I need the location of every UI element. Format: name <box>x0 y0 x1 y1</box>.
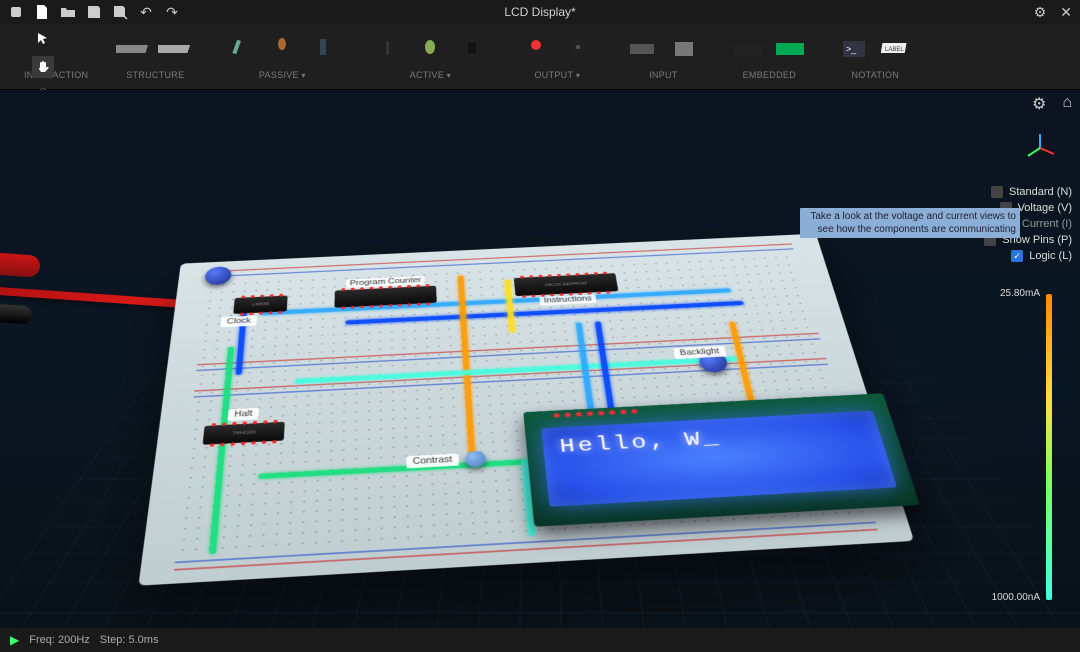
statusbar: ▶ Freq: 200Hz Step: 5.0ms <box>0 628 1080 652</box>
probe-black[interactable] <box>0 304 33 325</box>
current-min-label: 1000.00nA <box>992 592 1040 603</box>
save-as-icon[interactable] <box>112 4 128 20</box>
resistor-icon[interactable] <box>222 31 258 67</box>
hint-tooltip: Take a look at the voltage and current v… <box>800 208 1020 238</box>
file-menu: ↶ ↷ <box>8 4 180 20</box>
label-halt: Halt <box>228 408 259 421</box>
chip-halt[interactable]: 74HC00 <box>203 422 285 445</box>
inductor-icon[interactable] <box>306 31 342 67</box>
lcd-pins <box>554 409 637 417</box>
axis-gizmo[interactable] <box>1024 132 1056 164</box>
home-icon[interactable]: ⌂ <box>1062 94 1072 114</box>
group-label: STRUCTURE <box>126 70 184 80</box>
open-file-icon[interactable] <box>60 4 76 20</box>
component-toolbar: ◌ INTERACTION STRUCTURE PASSIVE ACTIVE <box>0 24 1080 90</box>
current-gradient-legend <box>1046 294 1052 600</box>
cursor-tool[interactable] <box>32 28 54 50</box>
chip-instructions[interactable]: 28C16 EEPROMInstructions <box>514 273 619 296</box>
view-settings-icon[interactable]: ⚙ <box>1032 94 1046 114</box>
transistor-icon[interactable] <box>412 31 448 67</box>
group-notation: >_ LABEL NOTATION <box>822 28 928 88</box>
led-icon[interactable] <box>518 31 554 67</box>
breadboard[interactable]: LM555 Clock Program Counter 28C16 EEPROM… <box>138 234 914 586</box>
lcd-screen: Hello, W_ <box>541 411 897 507</box>
breadboard-full-icon[interactable] <box>158 31 194 67</box>
label-clock: Clock <box>220 315 257 327</box>
group-active: ACTIVE <box>356 28 504 88</box>
label-icon[interactable]: LABEL <box>878 31 914 67</box>
group-output: OUTPUT <box>504 28 610 88</box>
group-embedded: EMBEDDED <box>716 28 822 88</box>
terminal-icon[interactable]: >_ <box>836 31 872 67</box>
breadboard-half-icon[interactable] <box>116 31 152 67</box>
settings-icon[interactable]: ⚙ <box>1034 4 1047 21</box>
new-file-icon[interactable] <box>34 4 50 20</box>
view-standard[interactable]: Standard (N) <box>984 186 1072 198</box>
play-button[interactable]: ▶ <box>10 633 19 647</box>
probe-red[interactable] <box>0 252 41 277</box>
svg-text:>_: >_ <box>846 44 857 54</box>
titlebar: ↶ ↷ LCD Display* ⚙ ✕ <box>0 0 1080 24</box>
group-passive: PASSIVE <box>208 28 356 88</box>
group-label: NOTATION <box>852 70 900 80</box>
document-title: LCD Display* <box>504 5 575 19</box>
lcd-text: Hello, W_ <box>559 428 724 458</box>
save-icon[interactable] <box>86 4 102 20</box>
group-label: EMBEDDED <box>743 70 796 80</box>
group-label[interactable]: PASSIVE <box>259 70 306 80</box>
switch-icon[interactable] <box>624 31 660 67</box>
app-logo-icon[interactable] <box>8 4 24 20</box>
ic-icon[interactable] <box>730 31 766 67</box>
undo-icon[interactable]: ↶ <box>138 4 154 20</box>
3d-viewport[interactable]: LM555 Clock Program Counter 28C16 EEPROM… <box>0 90 1080 628</box>
mosfet-icon[interactable] <box>454 31 490 67</box>
group-label[interactable]: OUTPUT <box>534 70 580 80</box>
hand-tool[interactable] <box>32 56 54 78</box>
group-label[interactable]: ACTIVE <box>410 70 451 80</box>
group-interaction: ◌ INTERACTION <box>10 28 102 88</box>
lcd-module[interactable]: Hello, W_ <box>523 393 920 527</box>
chip-clock[interactable]: LM555 <box>233 295 287 313</box>
diode-icon[interactable] <box>370 31 406 67</box>
buzzer-icon[interactable] <box>560 31 596 67</box>
status-freq: Freq: 200Hz <box>29 634 90 646</box>
chip-program-counter[interactable]: Program Counter <box>334 286 436 308</box>
mcu-icon[interactable] <box>772 31 808 67</box>
group-input: INPUT <box>610 28 716 88</box>
view-logic[interactable]: ✓Logic (L) <box>984 250 1072 262</box>
status-step: Step: 5.0ms <box>100 634 159 646</box>
svg-text:LABEL: LABEL <box>885 47 904 53</box>
current-max-label: 25.80mA <box>1000 288 1040 299</box>
redo-icon[interactable]: ↷ <box>164 4 180 20</box>
group-label: INPUT <box>649 70 678 80</box>
close-icon[interactable]: ✕ <box>1060 4 1072 21</box>
button-icon[interactable] <box>666 31 702 67</box>
capacitor-icon[interactable] <box>264 31 300 67</box>
group-structure: STRUCTURE <box>102 28 208 88</box>
